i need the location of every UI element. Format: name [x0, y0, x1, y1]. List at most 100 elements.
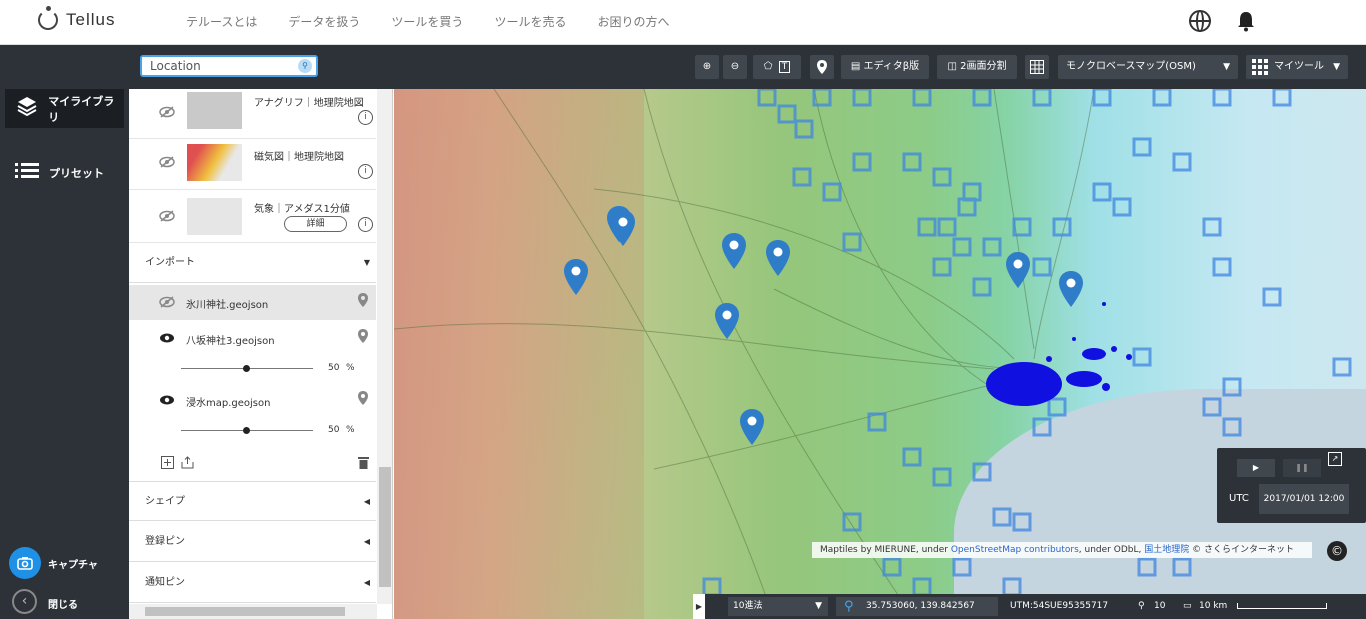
mytools-button[interactable]: マイツール ▼ — [1246, 55, 1348, 79]
utc-datetime[interactable]: 2017/01/01 12:00 — [1259, 484, 1349, 514]
gsi-link[interactable]: 国土地理院 — [1144, 545, 1189, 555]
pin-tool-icon[interactable] — [810, 55, 834, 79]
shape-section-header[interactable]: シェイプ ◀ — [129, 481, 376, 521]
eye-icon[interactable] — [159, 332, 175, 344]
nav-link-buy-tools[interactable]: ツールを買う — [391, 13, 463, 30]
zoom-in-icon[interactable]: ⊕ — [695, 55, 719, 79]
trash-icon[interactable] — [358, 456, 369, 472]
slider-handle[interactable] — [243, 365, 250, 372]
export-icon[interactable] — [181, 456, 194, 472]
mytools-label: マイツール — [1274, 61, 1324, 72]
vertical-scrollbar[interactable] — [377, 89, 392, 604]
zoom-out-icon[interactable]: ⊖ — [723, 55, 747, 79]
layer-thumbnail — [187, 198, 242, 235]
map-marker-icon[interactable] — [715, 303, 739, 339]
map-marker-icon[interactable] — [1006, 252, 1030, 288]
eye-off-icon[interactable] — [159, 156, 175, 168]
map-pin-icon[interactable] — [358, 293, 368, 311]
map-marker-icon[interactable] — [564, 259, 588, 295]
rail-library-label: マイライブラリ — [48, 94, 115, 124]
tellus-logo[interactable]: Tellus — [38, 6, 116, 30]
map-pin-icon[interactable] — [358, 329, 368, 347]
pause-icon[interactable]: ❚❚ — [1283, 459, 1321, 477]
search-icon[interactable]: ⚲ — [844, 597, 854, 616]
rail-item-preset[interactable]: プリセット — [5, 153, 124, 192]
import-item[interactable]: 氷川神社.geojson — [129, 285, 376, 320]
scrollbar-thumb[interactable] — [145, 607, 345, 616]
search-value: Location — [150, 59, 201, 73]
info-icon[interactable]: i — [358, 110, 373, 125]
caret-down-icon: ▼ — [363, 258, 370, 267]
eye-off-icon[interactable] — [159, 106, 175, 118]
import-section-header[interactable]: インポート ▼ — [129, 243, 376, 283]
draw-tools-button[interactable]: ⬠ T — [753, 55, 801, 79]
chevron-down-icon: ▼ — [1333, 62, 1340, 72]
ruler-icon: ▭ — [1183, 601, 1192, 611]
map-marker-icon[interactable] — [740, 409, 764, 445]
add-layer-icon[interactable] — [161, 456, 174, 472]
opacity-value: 50 — [328, 363, 340, 373]
map-marker-icon[interactable] — [611, 210, 635, 246]
import-item-name: 氷川神社.geojson — [186, 300, 269, 311]
notify-pins-section-header[interactable]: 通知ピン ◀ — [129, 563, 376, 603]
map-canvas[interactable]: ▶ ❚❚ ↗ UTC 2017/01/01 12:00 Maptiles by … — [394, 89, 1366, 619]
nav-link-about[interactable]: テルースとは — [186, 13, 257, 30]
map-marker-icon[interactable] — [1059, 271, 1083, 307]
external-link-icon[interactable]: ↗ — [1328, 452, 1342, 466]
play-icon[interactable]: ▶ — [1237, 459, 1275, 477]
layer-row[interactable]: 気象｜アメダス1分値 詳細 i — [129, 190, 376, 243]
eye-off-icon[interactable] — [159, 210, 175, 222]
globe-icon[interactable] — [1189, 10, 1211, 32]
layer-row[interactable]: アナグリフ｜地理院地図 i — [129, 89, 376, 139]
capture-label: キャプチャ — [48, 560, 98, 571]
logo-text: Tellus — [66, 10, 116, 29]
saved-pins-section-header[interactable]: 登録ピン ◀ — [129, 522, 376, 562]
import-item[interactable]: 浸水map.geojson 50 % — [129, 383, 376, 445]
attribution-text: © さくらインターネット — [1189, 545, 1294, 555]
info-icon[interactable]: i — [358, 164, 373, 179]
map-pin-icon[interactable] — [358, 391, 368, 409]
search-icon[interactable]: ⚲ — [298, 59, 312, 73]
zoom-search-icon: ⚲ — [1138, 601, 1145, 611]
nav-link-help[interactable]: お困りの方へ — [597, 13, 669, 30]
rail-item-library[interactable]: マイライブラリ — [5, 89, 124, 128]
coordinate-search[interactable]: ⚲ 35.753060, 139.842567 — [836, 597, 998, 616]
chevron-right-icon[interactable]: ▶ — [693, 594, 705, 619]
split-screen-button[interactable]: ◫ 2画面分割 — [937, 55, 1017, 79]
opacity-slider[interactable] — [181, 427, 313, 434]
nav-link-sell-tools[interactable]: ツールを売る — [494, 13, 566, 30]
detail-button[interactable]: 詳細 — [284, 216, 347, 232]
scale-bar — [1237, 603, 1327, 609]
horizontal-scrollbar[interactable] — [129, 604, 377, 619]
scrollbar-thumb[interactable] — [379, 467, 391, 587]
bell-icon[interactable] — [1236, 10, 1256, 32]
osm-link[interactable]: OpenStreetMap contributors — [951, 545, 1079, 555]
notation-select[interactable]: 10進法 ▼ — [728, 597, 828, 616]
opacity-slider[interactable] — [181, 365, 313, 372]
slider-handle[interactable] — [243, 427, 250, 434]
zoom-level: 10 — [1154, 601, 1166, 611]
copyright-icon[interactable]: © — [1327, 541, 1347, 561]
map-marker-icon[interactable] — [766, 240, 790, 276]
eye-icon[interactable] — [159, 394, 175, 406]
nav-link-data[interactable]: データを扱う — [288, 13, 360, 30]
basemap-select[interactable]: モノクロベースマップ(OSM) ▼ — [1058, 55, 1238, 79]
grid-icon[interactable] — [1025, 55, 1049, 79]
editor-button[interactable]: ▤ エディタβ版 — [841, 55, 929, 79]
apps-grid-icon — [1252, 59, 1268, 85]
layer-row[interactable]: 磁気図｜地理院地図 i — [129, 139, 376, 190]
camera-icon[interactable] — [9, 547, 41, 579]
text-tool-icon: T — [778, 61, 791, 73]
close-panel-icon[interactable]: ‹ — [12, 589, 37, 614]
nav-links: テルースとは データを扱う ツールを買う ツールを売る お困りの方へ — [186, 13, 700, 30]
caret-left-icon: ◀ — [363, 537, 370, 546]
layer-title: アナグリフ｜地理院地図 — [254, 98, 364, 109]
caret-left-icon: ◀ — [363, 497, 370, 506]
logo-icon — [38, 6, 58, 30]
import-item[interactable]: 八坂神社3.geojson 50 % — [129, 321, 376, 383]
info-icon[interactable]: i — [358, 217, 373, 232]
eye-off-icon[interactable] — [159, 296, 175, 308]
location-search-input[interactable]: Location ⚲ — [140, 55, 318, 77]
layer-panel: アナグリフ｜地理院地図 i 磁気図｜地理院地図 i 気象｜アメダス1分値 詳細 … — [129, 89, 393, 619]
map-marker-icon[interactable] — [722, 233, 746, 269]
